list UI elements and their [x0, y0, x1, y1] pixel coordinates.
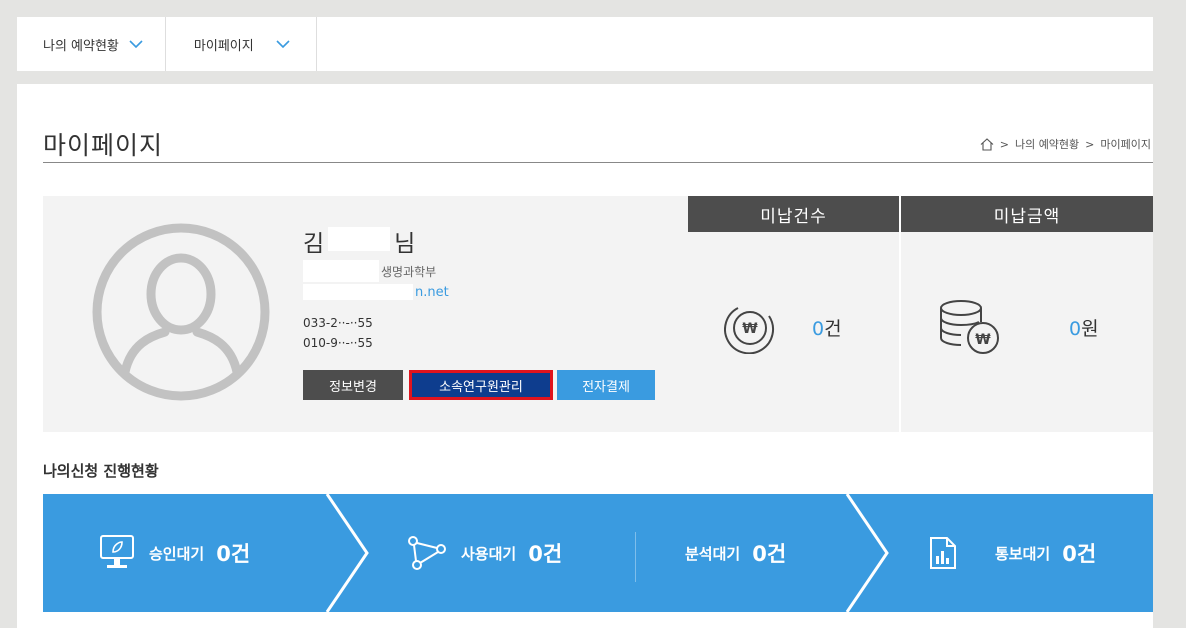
user-name: 김 님 — [303, 224, 415, 258]
manage-researchers-button[interactable]: 소속연구원관리 — [409, 370, 553, 400]
chevron-down-icon — [276, 40, 290, 48]
unpaid-amount-unit: 원 — [1081, 318, 1099, 340]
step-count: 0건 — [216, 542, 251, 566]
breadcrumb-separator: > — [1085, 137, 1095, 151]
svg-text:₩: ₩ — [975, 332, 991, 348]
redacted-block — [303, 260, 379, 282]
top-nav: 나의 예약현황 마이페이지 — [17, 17, 1153, 71]
progress-section-title: 나의신청 진행현황 — [43, 462, 159, 480]
redacted-block — [328, 227, 391, 251]
user-name-first: 김 — [303, 231, 325, 257]
won-coin-icon: ₩ — [724, 307, 774, 354]
unpaid-count-unit: 건 — [824, 318, 842, 340]
unpaid-count-number: 0 — [812, 318, 825, 340]
unpaid-amount-header: 미납금액 — [901, 196, 1153, 232]
nodes-icon — [408, 536, 446, 570]
chevron-separator — [845, 494, 889, 612]
breadcrumb-item[interactable]: 마이페이지 — [1100, 136, 1151, 152]
step-pending-approval[interactable]: 승인대기 0건 — [99, 494, 250, 612]
nav-my-reservations[interactable]: 나의 예약현황 — [17, 17, 166, 71]
profile-card: 김 님 생명과학부 n.net 033-2··-··55 010-9··-··5… — [43, 196, 688, 432]
avatar-user-icon — [92, 223, 270, 401]
e-payment-button[interactable]: 전자결제 — [557, 370, 655, 400]
page-title: 마이페이지 — [43, 131, 164, 160]
money-stack-icon: ₩ — [940, 300, 999, 354]
redacted-block — [303, 284, 413, 300]
step-pending-use[interactable]: 사용대기 0건 — [407, 494, 562, 612]
progress-bar: 승인대기 0건 사용대기 0건 분석대기 0건 통보대기 0건 — [43, 494, 1153, 612]
stats-divider — [899, 262, 901, 402]
chevron-separator — [325, 494, 369, 612]
step-divider — [635, 532, 636, 582]
home-icon[interactable] — [980, 137, 994, 151]
unpaid-count-value: 0 건 — [812, 314, 842, 341]
monitor-icon — [100, 535, 134, 568]
breadcrumb-separator: > — [999, 137, 1009, 151]
nav-my-reservations-label: 나의 예약현황 — [43, 38, 119, 54]
step-label: 분석대기 — [685, 544, 741, 563]
step-label: 통보대기 — [995, 544, 1051, 563]
step-count: 0건 — [1062, 542, 1097, 566]
step-count: 0건 — [752, 542, 787, 566]
user-department: 생명과학부 — [303, 260, 436, 282]
user-phone-office: 033-2··-··55 — [303, 316, 373, 330]
breadcrumb-item[interactable]: 나의 예약현황 — [1015, 136, 1079, 152]
title-divider — [43, 162, 1153, 163]
svg-text:₩: ₩ — [742, 321, 758, 337]
step-pending-analysis[interactable]: 분석대기 0건 — [685, 494, 786, 612]
unpaid-amount-value: 0 원 — [1069, 314, 1099, 341]
step-count: 0건 — [528, 542, 563, 566]
unpaid-amount-body: ₩ 0 원 — [901, 232, 1153, 432]
step-label: 사용대기 — [461, 544, 517, 563]
email-text: n.net — [415, 284, 449, 300]
user-phone-mobile: 010-9··-··55 — [303, 336, 373, 350]
department-label: 생명과학부 — [381, 264, 437, 279]
main-panel: 마이페이지 > 나의 예약현황 > 마이페이지 김 님 생명과학부 n.net … — [17, 84, 1153, 628]
user-email: n.net — [303, 284, 449, 300]
report-chart-icon — [930, 537, 956, 569]
user-name-suffix: 님 — [394, 231, 416, 257]
chevron-down-icon — [129, 40, 143, 48]
step-label: 승인대기 — [149, 544, 205, 563]
step-pending-notice[interactable]: 통보대기 0건 — [929, 494, 1096, 612]
unpaid-amount-number: 0 — [1069, 318, 1082, 340]
breadcrumb: > 나의 예약현황 > 마이페이지 — [980, 136, 1151, 152]
nav-mypage[interactable]: 마이페이지 — [166, 17, 317, 71]
nav-mypage-label: 마이페이지 — [193, 38, 254, 54]
unpaid-count-body: ₩ 0 건 — [688, 232, 899, 432]
edit-info-button[interactable]: 정보변경 — [303, 370, 403, 400]
unpaid-count-header: 미납건수 — [688, 196, 899, 232]
